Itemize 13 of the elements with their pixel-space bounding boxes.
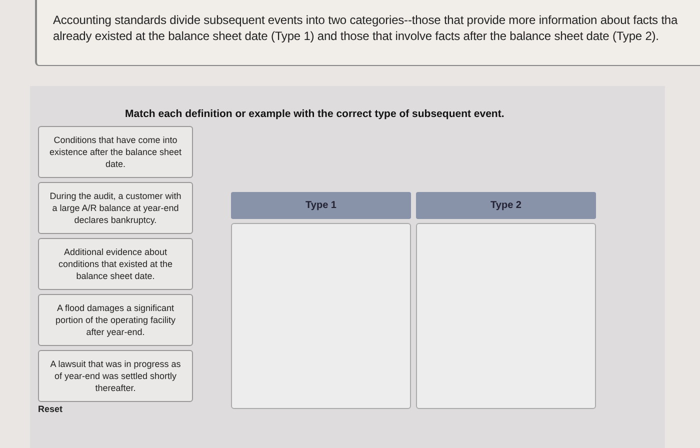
instruction-text: Match each definition or example with the correct type of subsequent event. [125,108,504,120]
draggable-card[interactable]: Conditions that have come into existence after the balance sheet date. [38,126,193,178]
reset-button[interactable]: Reset [38,404,63,414]
drop-zone[interactable] [416,223,596,409]
draggable-card[interactable]: During the audit, a customer with a large A/R balance at year-end declares bankruptcy. [38,182,193,234]
drop-zone[interactable] [231,223,411,409]
draggable-card[interactable]: Additional evidence about conditions that existed at the balance sheet date. [38,238,193,290]
intro-text: already existed at the balance sheet date (Type 1) and those that involve facts after the balance sheet date (Type 2). [53,28,660,44]
draggable-card[interactable]: A flood damages a significant portion of the operating facility after year-end. [38,294,193,346]
intro-text: Accounting standards divide subsequent events into two categories--those that provide more information about facts tha [53,12,679,28]
column-header: Type 1 [231,192,411,219]
column-header: Type 2 [416,192,596,219]
draggable-card[interactable]: A lawsuit that was in progress as of year-end was settled shortly thereafter. [38,350,193,402]
